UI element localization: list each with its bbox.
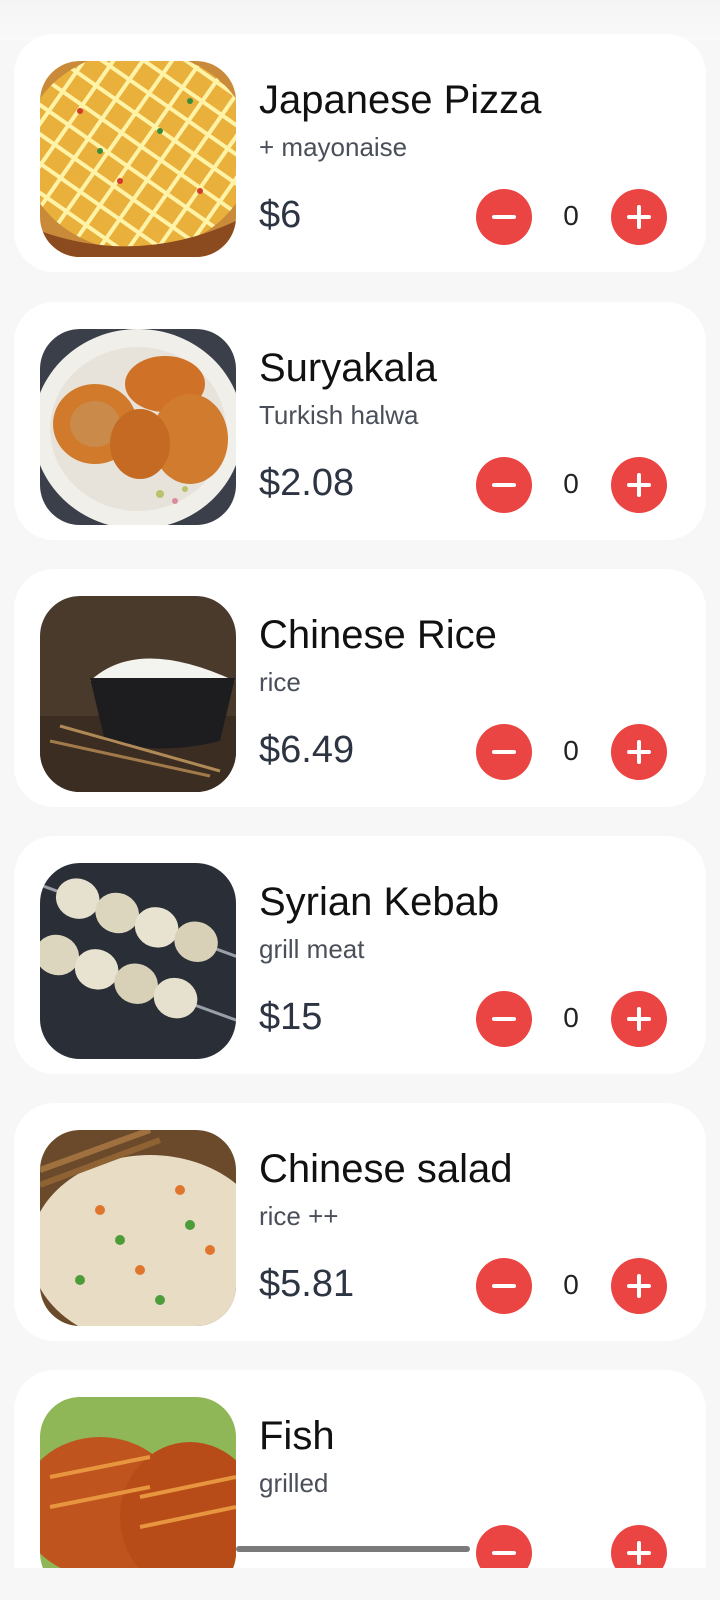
- increase-quantity-button[interactable]: [611, 724, 667, 780]
- plus-icon: [627, 1541, 651, 1565]
- item-name: Chinese Rice: [259, 613, 497, 657]
- item-price: $6: [259, 194, 302, 236]
- quantity-value: 0: [563, 1002, 579, 1033]
- rice-bowl-photo: [40, 596, 236, 792]
- item-description: grilled: [259, 1468, 329, 1498]
- minus-icon: [492, 1017, 516, 1021]
- item-name: Chinese salad: [259, 1147, 513, 1191]
- item-name: Japanese Pizza: [259, 78, 542, 122]
- decrease-quantity-button[interactable]: [476, 189, 532, 245]
- menu-list[interactable]: Japanese Pizza + mayonaise $6 0 Suryakal…: [0, 0, 720, 1568]
- increase-quantity-button[interactable]: [611, 1525, 667, 1568]
- plus-icon: [627, 740, 651, 764]
- decrease-quantity-button[interactable]: [476, 457, 532, 513]
- quantity-value: 0: [563, 468, 579, 499]
- increase-quantity-button[interactable]: [611, 457, 667, 513]
- item-price: $15: [259, 996, 323, 1038]
- minus-icon: [492, 1551, 516, 1555]
- item-name: Fish: [259, 1414, 335, 1458]
- item-description: grill meat: [259, 934, 365, 964]
- decrease-quantity-button[interactable]: [476, 991, 532, 1047]
- item-price: $2.08: [259, 462, 355, 504]
- increase-quantity-button[interactable]: [611, 189, 667, 245]
- menu-item-card[interactable]: Japanese Pizza + mayonaise $6 0: [14, 34, 706, 272]
- item-price: $5.81: [259, 1263, 355, 1305]
- quantity-value: 0: [563, 1269, 579, 1300]
- minus-icon: [492, 215, 516, 219]
- quantity-value: 0: [563, 200, 579, 231]
- plus-icon: [627, 1007, 651, 1031]
- item-description: Turkish halwa: [259, 400, 419, 430]
- item-price: $6.49: [259, 729, 355, 771]
- minus-icon: [492, 750, 516, 754]
- item-description: rice ++: [259, 1201, 339, 1231]
- minus-icon: [492, 483, 516, 487]
- plus-icon: [627, 473, 651, 497]
- decrease-quantity-button[interactable]: [476, 724, 532, 780]
- item-description: rice: [259, 667, 301, 697]
- menu-item-card[interactable]: Chinese salad rice ++ $5.81 0: [14, 1103, 706, 1341]
- plus-icon: [627, 1274, 651, 1298]
- quantity-value: 0: [563, 735, 579, 766]
- plus-icon: [627, 205, 651, 229]
- increase-quantity-button[interactable]: [611, 991, 667, 1047]
- item-name: Suryakala: [259, 346, 437, 390]
- decrease-quantity-button[interactable]: [476, 1525, 532, 1568]
- sweet-pastry-photo: [40, 329, 236, 525]
- item-name: Syrian Kebab: [259, 880, 500, 924]
- home-indicator-bar[interactable]: [236, 1546, 470, 1552]
- menu-item-card[interactable]: Chinese Rice rice $6.49 0: [14, 569, 706, 807]
- menu-item-card[interactable]: Syrian Kebab grill meat $15 0: [14, 836, 706, 1074]
- kebab-skewer-photo: [40, 863, 236, 1059]
- grilled-fish-photo: [40, 1397, 236, 1568]
- menu-item-card[interactable]: Suryakala Turkish halwa $2.08 0: [14, 302, 706, 540]
- fried-rice-photo: [40, 1130, 236, 1326]
- minus-icon: [492, 1284, 516, 1288]
- increase-quantity-button[interactable]: [611, 1258, 667, 1314]
- decrease-quantity-button[interactable]: [476, 1258, 532, 1314]
- item-description: + mayonaise: [259, 132, 408, 162]
- menu-item-card[interactable]: Fish grilled: [14, 1370, 706, 1568]
- pizza-photo: [40, 61, 236, 257]
